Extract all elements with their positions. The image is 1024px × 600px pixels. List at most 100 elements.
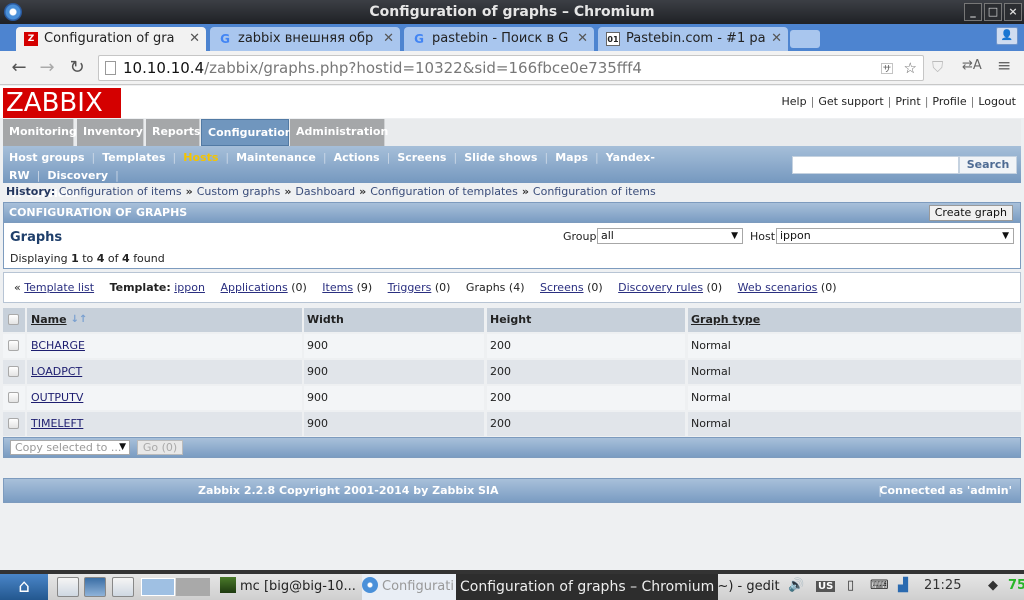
close-window-button[interactable]: ×	[1004, 3, 1022, 21]
tab-google-zabbix[interactable]: G zabbix внешняя обр ✕	[210, 27, 400, 51]
row-checkbox[interactable]	[8, 340, 19, 351]
google-favicon-icon: G	[220, 32, 230, 46]
network-browser-icon[interactable]	[84, 577, 106, 597]
keyboard-icon[interactable]: ⌨	[870, 578, 889, 593]
tab-pastebin[interactable]: 01 Pastebin.com - #1 pa ✕	[598, 27, 788, 51]
table-row: OUTPUTV 900 200 Normal	[3, 386, 1021, 412]
submenu-slide-shows[interactable]: Slide shows	[464, 151, 537, 164]
top-links: Help | Get support | Print | Profile | Logout	[781, 95, 1016, 108]
select-all-checkbox[interactable]	[8, 314, 19, 325]
history-breadcrumb: History: Configuration of items» Custom g…	[6, 185, 656, 198]
print-link[interactable]: Print	[895, 95, 920, 108]
go-button[interactable]: Go (0)	[137, 440, 183, 455]
screens-link[interactable]: Screens	[540, 281, 584, 294]
row-checkbox[interactable]	[8, 392, 19, 403]
triggers-link[interactable]: Triggers	[388, 281, 432, 294]
submenu-maintenance[interactable]: Maintenance	[236, 151, 316, 164]
network-signal-icon[interactable]: ▟	[898, 578, 908, 593]
row-checkbox[interactable]	[8, 418, 19, 429]
help-link[interactable]: Help	[782, 95, 807, 108]
template-name-link[interactable]: ippon	[174, 281, 205, 294]
name-column-header[interactable]: Name	[31, 313, 67, 326]
graph-name-link[interactable]: BCHARGE	[31, 339, 85, 352]
search-button[interactable]: Search	[959, 156, 1017, 174]
menu-monitoring[interactable]: Monitoring	[3, 119, 77, 146]
submenu-host-groups[interactable]: Host groups	[9, 151, 85, 164]
tab-google-pastebin[interactable]: G pastebin - Поиск в G ✕	[404, 27, 594, 51]
profile-link[interactable]: Profile	[932, 95, 966, 108]
graph-type-column-header[interactable]: Graph type	[691, 313, 760, 326]
history-link[interactable]: Configuration of templates	[370, 185, 518, 198]
history-link[interactable]: Configuration of items	[59, 185, 182, 198]
menu-configuration[interactable]: Configuration	[201, 119, 293, 146]
search-input[interactable]	[792, 156, 959, 174]
table-row: TIMELEFT 900 200 Normal	[3, 412, 1021, 438]
history-link[interactable]: Custom graphs	[197, 185, 281, 198]
copy-selected-select[interactable]: Copy selected to ... ▼	[10, 440, 130, 455]
clock[interactable]: 21:25	[924, 578, 961, 593]
graph-type: Normal	[688, 412, 1021, 436]
items-link[interactable]: Items	[322, 281, 353, 294]
show-desktop-icon[interactable]	[112, 577, 134, 597]
battery-icon[interactable]: ▯	[847, 578, 854, 593]
menu-reports[interactable]: Reports	[146, 119, 201, 146]
workspace-1[interactable]	[141, 578, 175, 596]
template-list-link[interactable]: Template list	[24, 281, 94, 294]
start-menu-button[interactable]: ⌂	[0, 574, 48, 600]
menu-administration[interactable]: Administration	[290, 119, 388, 146]
browser-toolbar: ← → ↻ 10.10.10.4/zabbix/graphs.php?hosti…	[0, 51, 1024, 85]
submenu-screens[interactable]: Screens	[397, 151, 446, 164]
dropdown-arrow-icon: ▼	[1002, 231, 1009, 241]
menu-inventory[interactable]: Inventory	[77, 119, 144, 146]
graph-width: 900	[304, 360, 484, 384]
task-chromium[interactable]: Configurati	[362, 574, 458, 600]
minimize-button[interactable]: _	[964, 3, 982, 21]
discovery-rules-link[interactable]: Discovery rules	[618, 281, 703, 294]
maximize-button[interactable]: □	[984, 3, 1002, 21]
create-graph-button[interactable]: Create graph	[928, 205, 1013, 221]
back-icon[interactable]: ←	[8, 57, 30, 78]
submenu-actions[interactable]: Actions	[334, 151, 380, 164]
web-scenarios-link[interactable]: Web scenarios	[738, 281, 818, 294]
graphs-panel: Graphs Displaying 1 to 4 of 4 found Grou…	[3, 223, 1021, 269]
applications-link[interactable]: Applications	[220, 281, 287, 294]
address-bar[interactable]: 10.10.10.4/zabbix/graphs.php?hostid=1032…	[98, 55, 924, 81]
history-link[interactable]: Dashboard	[295, 185, 355, 198]
graph-height: 200	[487, 334, 685, 358]
section-title: CONFIGURATION OF GRAPHS	[9, 206, 188, 219]
new-tab-button[interactable]	[790, 30, 820, 48]
menu-icon[interactable]: ≡	[997, 56, 1011, 76]
close-tab-icon[interactable]: ✕	[383, 27, 394, 51]
profile-icon[interactable]: 👤	[996, 27, 1018, 45]
keyboard-layout-indicator[interactable]: US	[816, 581, 836, 592]
submenu-templates[interactable]: Templates	[102, 151, 165, 164]
reload-icon[interactable]: ↻	[66, 57, 88, 78]
submenu-hosts[interactable]: Hosts	[183, 151, 218, 164]
task-mc-terminal[interactable]: mc [big@big-10...	[220, 574, 360, 600]
graph-name-link[interactable]: OUTPUTV	[31, 391, 83, 404]
submenu-discovery[interactable]: Discovery	[47, 169, 108, 182]
zabbix-logo[interactable]: ZABBIX	[3, 88, 121, 118]
tab-zabbix[interactable]: Z Configuration of gra ✕	[16, 27, 206, 51]
translate-icon[interactable]: 🈂	[881, 57, 893, 81]
get-support-link[interactable]: Get support	[818, 95, 883, 108]
close-tab-icon[interactable]: ✕	[577, 27, 588, 51]
font-size-extension-icon[interactable]: ⇄A	[962, 58, 982, 73]
shield-extension-icon[interactable]: ⛉	[932, 58, 943, 76]
forward-icon[interactable]: →	[36, 57, 58, 78]
bookmark-star-icon[interactable]: ☆	[904, 56, 917, 80]
tab-strip: Z Configuration of gra ✕ G zabbix внешня…	[0, 24, 1024, 51]
file-manager-icon[interactable]	[57, 577, 79, 597]
group-select[interactable]: all ▼	[597, 228, 743, 244]
history-link[interactable]: Configuration of items	[533, 185, 656, 198]
close-tab-icon[interactable]: ✕	[189, 27, 200, 51]
submenu-maps[interactable]: Maps	[555, 151, 588, 164]
host-select[interactable]: ippon ▼	[776, 228, 1014, 244]
close-tab-icon[interactable]: ✕	[771, 27, 782, 51]
row-checkbox[interactable]	[8, 366, 19, 377]
graph-name-link[interactable]: LOADPCT	[31, 365, 82, 378]
workspace-2[interactable]	[176, 578, 210, 596]
volume-icon[interactable]: 🔊	[788, 578, 804, 593]
graph-name-link[interactable]: TIMELEFT	[31, 417, 83, 430]
logout-link[interactable]: Logout	[978, 95, 1016, 108]
